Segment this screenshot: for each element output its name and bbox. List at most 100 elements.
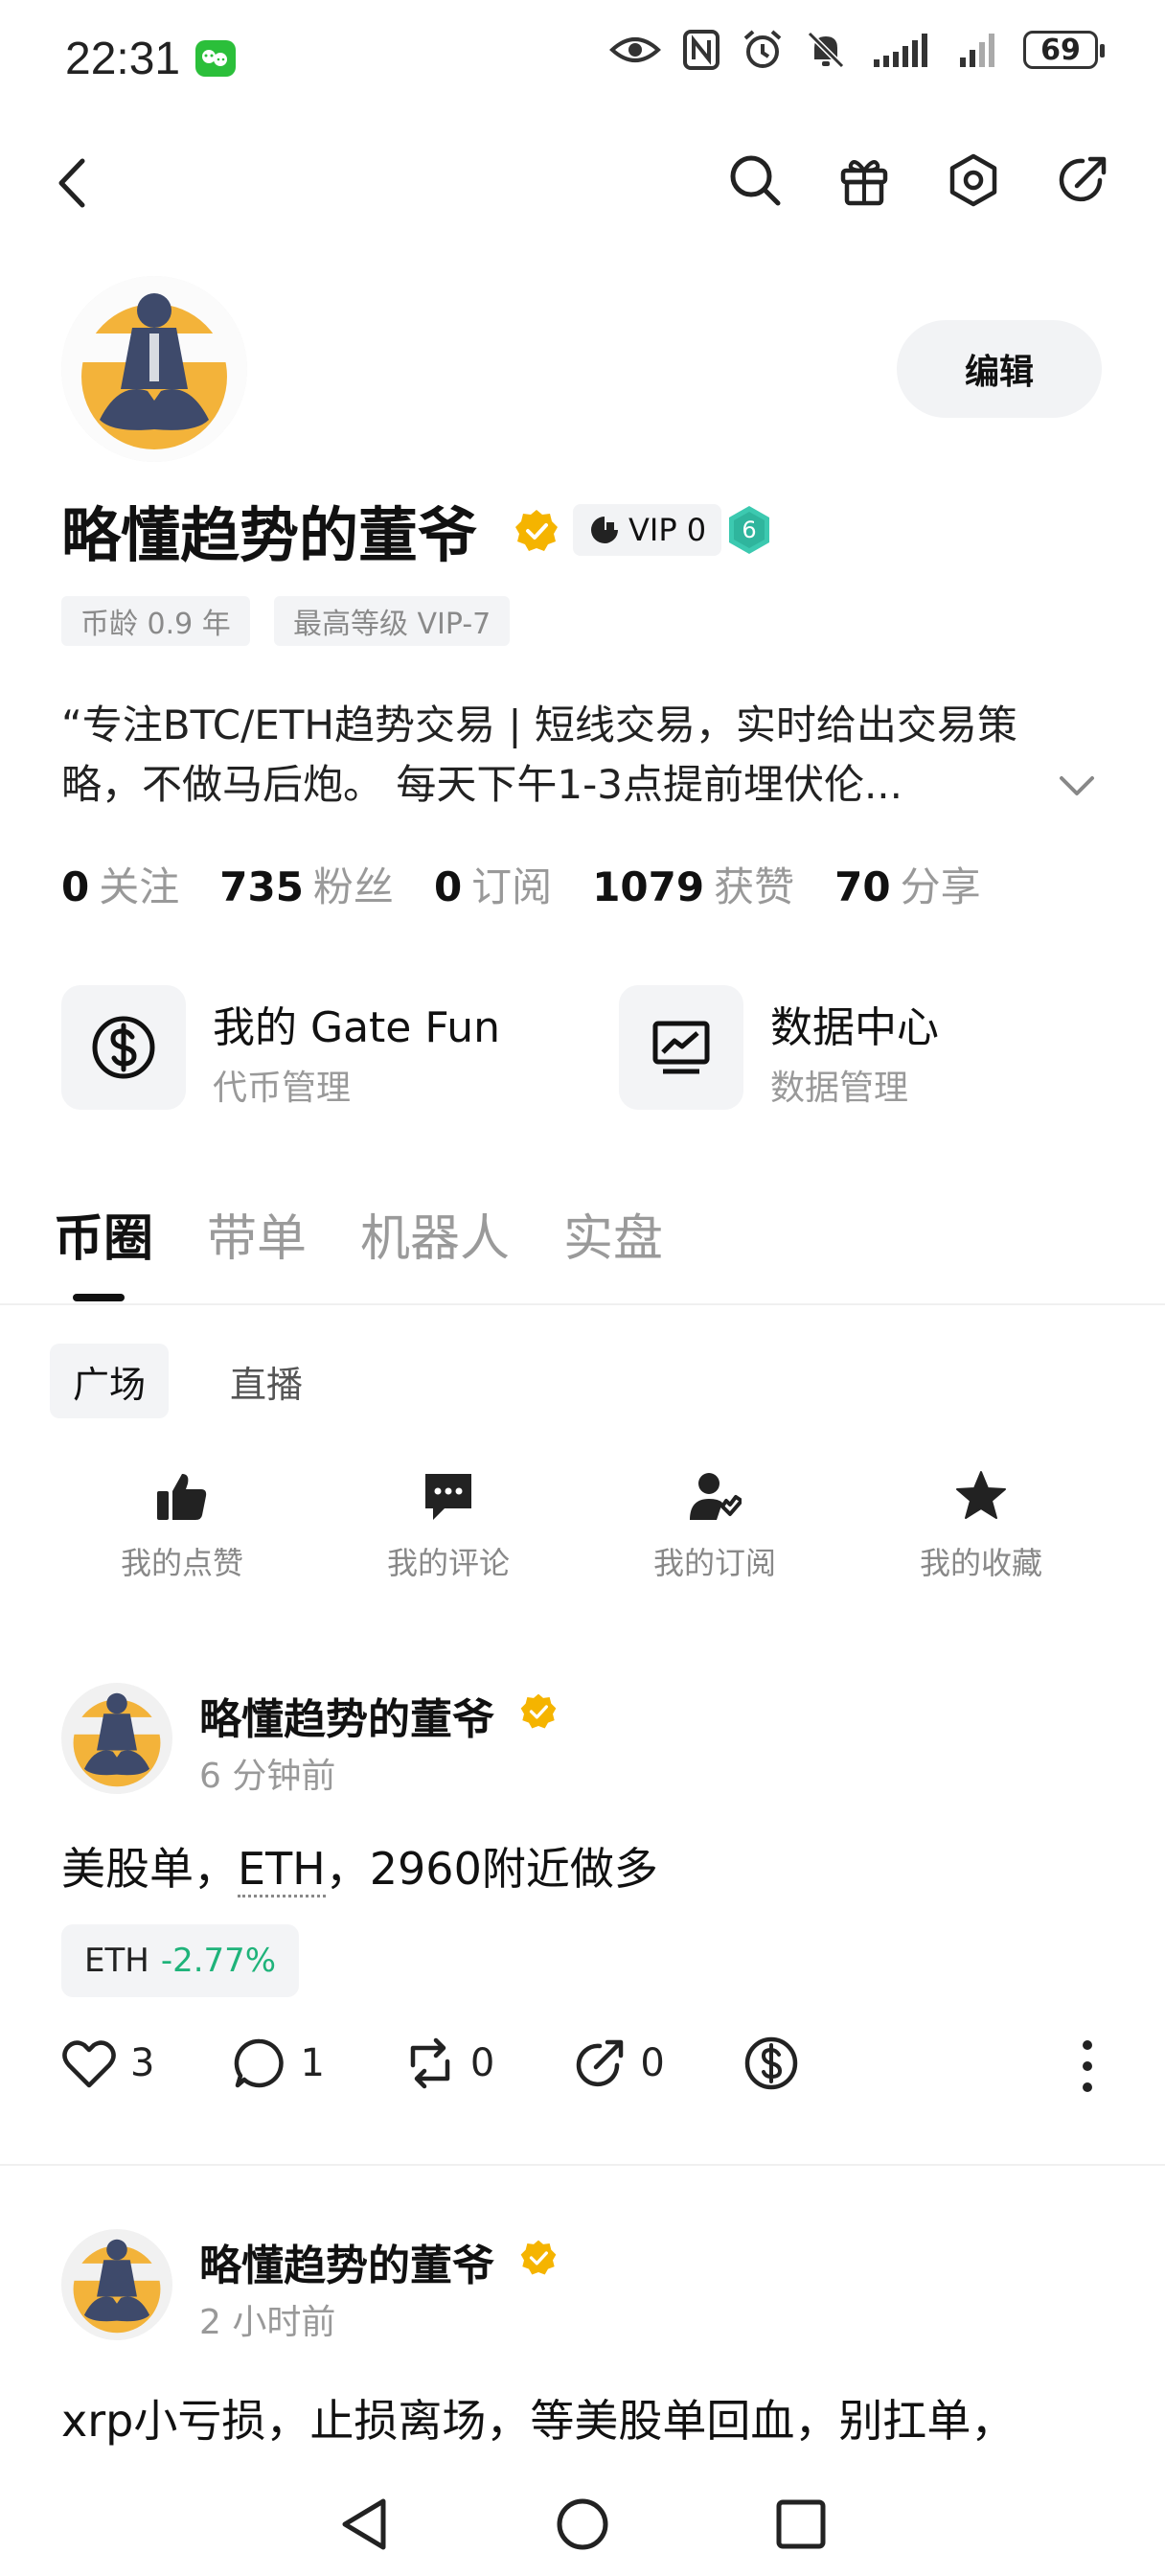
post-author[interactable]: 略懂趋势的董爷 xyxy=(199,1685,494,1746)
quick-my-likes-label: 我的点赞 xyxy=(120,1545,243,1581)
data-center-card-sub: 数据管理 xyxy=(770,1069,909,1108)
repost-button[interactable]: 0 xyxy=(403,2036,494,2090)
stat-following[interactable]: 0 关注 xyxy=(61,855,179,913)
share-icon[interactable] xyxy=(1054,151,1111,209)
post-author[interactable]: 略懂趋势的董爷 xyxy=(199,2231,494,2292)
quick-my-comments[interactable]: 我的评论 xyxy=(343,1470,554,1583)
vip-logo-icon xyxy=(588,514,621,546)
gate-fun-card-icon[interactable] xyxy=(61,985,186,1110)
stats-row: 0 关注 735 粉丝 0 订阅 1079 获赞 70 分享 xyxy=(61,855,981,913)
quick-my-comments-label: 我的评论 xyxy=(386,1545,510,1581)
comment-bubble-icon xyxy=(235,2038,285,2088)
tab-bots[interactable]: 机器人 xyxy=(360,1198,510,1270)
post-avatar[interactable] xyxy=(61,2229,172,2340)
divider xyxy=(0,1303,1165,1305)
subtab-live[interactable]: 直播 xyxy=(207,1344,326,1418)
settings-icon[interactable] xyxy=(945,151,1002,209)
edit-button[interactable]: 编辑 xyxy=(897,320,1102,418)
repost-count: 0 xyxy=(469,2041,495,2085)
quick-my-favorites-label: 我的收藏 xyxy=(919,1545,1042,1581)
bio[interactable]: “专注BTC/ETH趋势交易 | 短线交易，实时给出交易策 略，不做马后炮。 每… xyxy=(61,696,1077,815)
share-count: 0 xyxy=(640,2041,665,2085)
status-time: 22:31 xyxy=(65,34,181,84)
data-center-card-icon[interactable] xyxy=(619,985,743,1110)
chevron-down-icon[interactable] xyxy=(1058,772,1096,799)
post-body-text: 美股单， xyxy=(61,1843,238,1895)
subtab-square[interactable]: 广场 xyxy=(50,1344,170,1418)
quick-my-subscriptions-label: 我的订阅 xyxy=(652,1545,776,1581)
system-nav-bar xyxy=(0,2472,1165,2576)
tab-live-trading[interactable]: 实盘 xyxy=(563,1198,663,1270)
repost-icon xyxy=(410,2037,450,2089)
gift-icon[interactable] xyxy=(835,151,893,209)
like-button[interactable]: 3 xyxy=(61,2037,154,2089)
subscribe-icon xyxy=(690,1473,742,1520)
chart-monitor-icon xyxy=(652,1021,710,1074)
vip-badge[interactable]: VIP 0 xyxy=(573,504,722,556)
signal-icon-2 xyxy=(958,31,1002,69)
verified-icon xyxy=(519,1692,558,1735)
back-icon[interactable] xyxy=(54,153,92,213)
comment-count: 1 xyxy=(300,2041,325,2085)
status-icons: 69 xyxy=(609,29,1105,71)
top-nav-actions xyxy=(726,151,1111,209)
post-body[interactable]: xrp小亏损，止损离场，等美股单回血，别扛单， xyxy=(61,2386,1015,2450)
comment-icon xyxy=(425,1474,471,1520)
wechat-icon xyxy=(195,40,236,77)
like-count: 3 xyxy=(130,2041,155,2085)
avatar[interactable] xyxy=(61,276,247,462)
eye-icon xyxy=(609,31,661,69)
quick-my-subscriptions[interactable]: 我的订阅 xyxy=(609,1470,820,1583)
share-arrow-icon xyxy=(577,2039,624,2087)
stat-subscriptions[interactable]: 0 订阅 xyxy=(434,855,552,913)
gate-fun-card-sub: 代币管理 xyxy=(213,1069,352,1108)
data-center-card-title[interactable]: 数据中心 xyxy=(770,993,939,1054)
nav-back-icon[interactable] xyxy=(337,2496,391,2553)
post-body[interactable]: 美股单，ETH，2960附近做多 xyxy=(61,1834,658,1898)
coin-symbol: ETH xyxy=(84,1942,149,1980)
verified-icon xyxy=(519,2239,558,2281)
quick-my-favorites[interactable]: 我的收藏 xyxy=(876,1470,1086,1583)
tab-coin-circle[interactable]: 币圈 xyxy=(54,1198,153,1270)
tip-button[interactable] xyxy=(743,2036,799,2091)
search-icon[interactable] xyxy=(726,151,784,209)
stat-followers[interactable]: 735 粉丝 xyxy=(219,855,394,913)
main-tabs: 币圈 带单 机器人 实盘 xyxy=(54,1198,663,1270)
gate-fun-card-title[interactable]: 我的 Gate Fun xyxy=(213,993,500,1054)
tab-copy-trading[interactable]: 带单 xyxy=(207,1198,307,1270)
tab-underline xyxy=(73,1294,125,1301)
stat-shares[interactable]: 70 分享 xyxy=(834,855,980,913)
level-badge: 6 xyxy=(726,504,772,560)
more-icon[interactable] xyxy=(1071,2037,1104,2095)
post-actions: 3 1 0 0 xyxy=(61,2036,878,2091)
coin-change: -2.77% xyxy=(160,1942,277,1980)
coin-pill[interactable]: ETH -2.77% xyxy=(61,1924,300,1997)
share-button[interactable]: 0 xyxy=(573,2036,665,2090)
profile-name: 略懂趋势的董爷 xyxy=(61,500,478,570)
post-avatar[interactable] xyxy=(61,1683,172,1794)
signal-icon xyxy=(868,31,937,69)
bio-line-2: 略，不做马后炮。 每天下午1-3点提前埋伏伦... xyxy=(61,761,903,808)
verified-icon xyxy=(514,508,560,558)
quick-my-likes[interactable]: 我的点赞 xyxy=(77,1470,287,1583)
alarm-icon xyxy=(742,29,784,71)
battery-icon: 69 xyxy=(1023,31,1105,69)
stat-likes[interactable]: 1079 获赞 xyxy=(592,855,794,913)
tag-coin-age: 币龄 0.9 年 xyxy=(61,596,250,646)
post-coin-link[interactable]: ETH xyxy=(238,1843,326,1898)
dollar-circle-icon xyxy=(92,1016,155,1079)
mute-icon xyxy=(805,29,847,71)
post-time: 2 小时前 xyxy=(199,2303,336,2342)
heart-icon xyxy=(62,2040,116,2088)
nav-home-icon[interactable] xyxy=(554,2496,611,2553)
nav-recents-icon[interactable] xyxy=(774,2497,828,2551)
tag-max-vip: 最高等级 VIP-7 xyxy=(274,596,511,646)
post-time: 6 分钟前 xyxy=(199,1757,336,1796)
comment-button[interactable]: 1 xyxy=(233,2036,325,2090)
bio-line-1: “专注BTC/ETH趋势交易 | 短线交易，实时给出交易策 xyxy=(61,702,1017,748)
post-separator xyxy=(0,2164,1165,2166)
vip-label: VIP 0 xyxy=(628,512,707,548)
thumbs-up-icon xyxy=(157,1474,207,1520)
nfc-icon xyxy=(682,29,720,71)
dollar-circle-icon xyxy=(744,2036,798,2090)
